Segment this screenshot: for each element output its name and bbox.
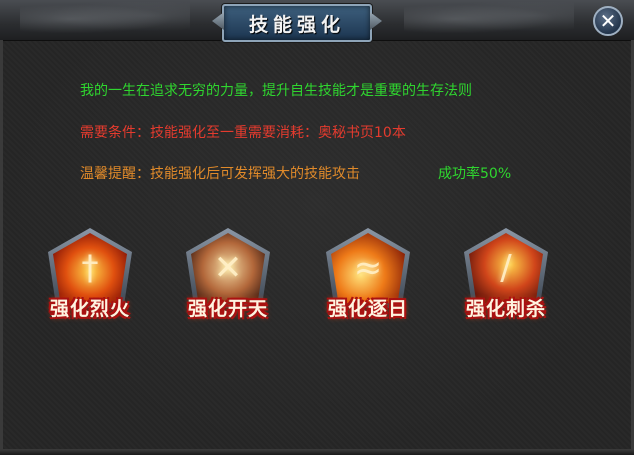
dragon-ornament-left <box>20 2 190 36</box>
tip-label: 温馨提醒： <box>80 166 150 182</box>
skill-button-cleave[interactable]: ✕ 强化开天 <box>178 228 278 330</box>
skill-enhance-panel: 技能强化 ✕ 我的一生在追求无穷的力量，提升自生技能才是重要的生存法则 需要条件… <box>0 0 634 455</box>
requirement-label: 需要条件： <box>80 125 150 141</box>
close-icon: ✕ <box>599 9 617 33</box>
success-rate: 成功率50% <box>438 166 512 182</box>
motto-text: 我的一生在追求无穷的力量，提升自生技能才是重要的生存法则 <box>80 83 472 99</box>
dragon-ornament-right <box>404 2 574 36</box>
skill-label: 强化逐日 <box>327 298 408 320</box>
header-bar: 技能强化 ✕ <box>0 0 634 42</box>
skill-label: 强化烈火 <box>49 298 130 320</box>
left-border <box>0 40 3 455</box>
skill-label: 强化刺杀 <box>465 298 546 320</box>
tip-line: 温馨提醒：技能强化后可发挥强大的技能攻击 <box>80 163 360 183</box>
skill-label: 强化开天 <box>187 298 268 320</box>
close-button[interactable]: ✕ <box>593 6 623 36</box>
skill-button-assassinate[interactable]: / 强化刺杀 <box>456 228 556 330</box>
skill-button-flame[interactable]: † 强化烈火 <box>40 228 140 330</box>
window-title: 技能强化 <box>248 13 345 36</box>
requirement-text: 技能强化至一重需要消耗：奥秘书页10本 <box>150 125 406 141</box>
tip-text: 技能强化后可发挥强大的技能攻击 <box>150 166 360 182</box>
title-plate: 技能强化 <box>222 4 372 42</box>
bottom-border <box>0 449 634 455</box>
skill-button-chase-sun[interactable]: ≈ 强化逐日 <box>318 228 418 330</box>
requirement-line: 需要条件：技能强化至一重需要消耗：奥秘书页10本 <box>80 122 406 142</box>
